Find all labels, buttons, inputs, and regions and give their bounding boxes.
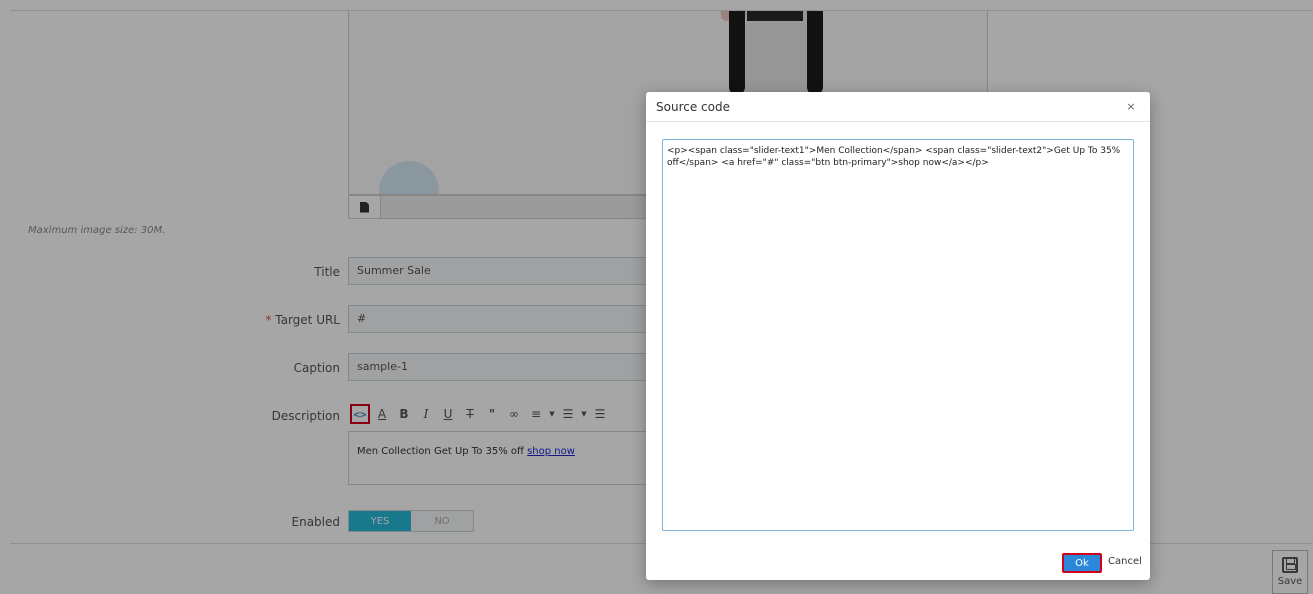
cancel-button[interactable]: Cancel	[1108, 556, 1142, 567]
close-icon[interactable]: ×	[1124, 100, 1138, 113]
ok-button[interactable]: Ok	[1062, 553, 1102, 573]
dialog-header: Source code ×	[646, 92, 1150, 122]
dialog-title: Source code	[656, 99, 730, 114]
dialog-footer: Ok Cancel	[646, 550, 1150, 576]
source-code-textarea[interactable]: <p><span class="slider-text1">Men Collec…	[662, 139, 1134, 531]
source-code-dialog: Source code × <p><span class="slider-tex…	[646, 92, 1150, 580]
